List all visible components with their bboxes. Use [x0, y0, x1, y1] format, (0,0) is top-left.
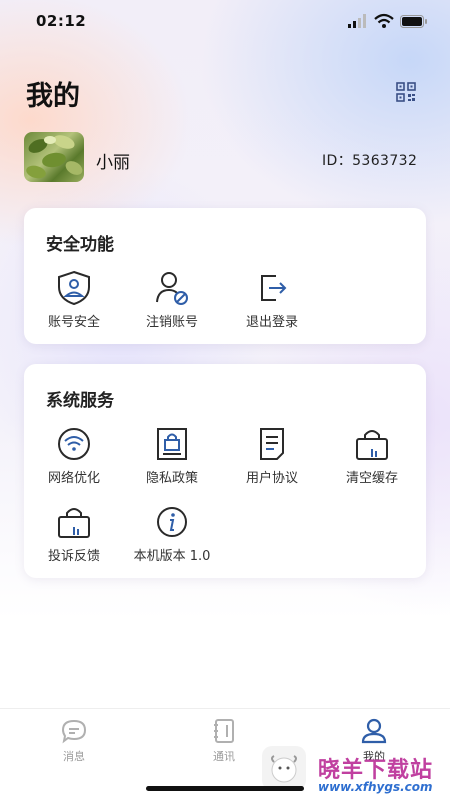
user-name: 小丽 — [96, 153, 130, 173]
home-indicator[interactable] — [146, 786, 304, 791]
tab-messages-label: 消息 — [63, 750, 85, 763]
signal-icon — [348, 14, 366, 28]
security-card: 安全功能 账号安全 注销账号 退出登录 — [24, 208, 426, 344]
user-agreement-item[interactable]: 用户协议 — [222, 426, 322, 486]
info-icon — [157, 507, 187, 537]
cancel-account-item[interactable]: 注销账号 — [122, 270, 222, 330]
wifi-icon — [58, 428, 90, 460]
logout-item[interactable]: 退出登录 — [222, 270, 322, 330]
logout-label: 退出登录 — [245, 315, 298, 330]
services-card-title: 系统服务 — [46, 391, 114, 411]
message-icon — [61, 719, 87, 744]
tab-contacts-label: 通讯 — [213, 750, 235, 763]
avatar-leaves-image — [26, 135, 83, 179]
user-id: ID：5363732 — [322, 153, 418, 169]
tab-contacts[interactable]: 通讯 — [184, 717, 264, 764]
profile-icon — [361, 718, 387, 744]
status-time: 02:12 — [36, 12, 87, 30]
clear-cache-item[interactable]: 清空缓存 — [322, 426, 422, 486]
wifi-icon — [374, 13, 394, 28]
tab-messages[interactable]: 消息 — [34, 717, 114, 764]
battery-icon — [400, 15, 427, 28]
network-optimize-item[interactable]: 网络优化 — [24, 426, 124, 486]
privacy-policy-item[interactable]: 隐私政策 — [122, 426, 222, 486]
user-cancel-icon — [156, 272, 188, 305]
sheep-logo-icon — [271, 755, 297, 783]
app-version-item[interactable]: 本机版本 1.0 — [122, 504, 222, 564]
page-title: 我的 — [26, 81, 80, 112]
shield-user-icon — [58, 270, 90, 306]
network-optimize-label: 网络优化 — [47, 471, 100, 486]
privacy-policy-label: 隐私政策 — [145, 471, 198, 486]
avatar[interactable] — [24, 132, 84, 182]
app-version-label: 本机版本 1.0 — [133, 549, 211, 564]
document-icon — [260, 428, 284, 460]
watermark-url: www.xfhygs.com — [318, 780, 433, 794]
feedback-bag-icon — [58, 508, 90, 538]
account-security-item[interactable]: 账号安全 — [24, 270, 124, 330]
clear-cache-label: 清空缓存 — [345, 471, 398, 486]
security-card-title: 安全功能 — [46, 235, 114, 255]
bag-icon — [356, 430, 388, 460]
user-agreement-label: 用户协议 — [245, 471, 298, 486]
watermark-logo — [262, 746, 306, 790]
qr-code-icon[interactable] — [396, 82, 416, 102]
account-security-label: 账号安全 — [47, 315, 100, 330]
privacy-lock-icon — [157, 428, 187, 460]
feedback-label: 投诉反馈 — [47, 549, 100, 564]
logout-icon — [261, 275, 287, 301]
cancel-account-label: 注销账号 — [145, 315, 198, 330]
services-card: 系统服务 网络优化 隐私政策 用户协议 清空缓存 投诉反馈 本机版本 1.0 — [24, 364, 426, 578]
contacts-book-icon — [214, 719, 234, 743]
feedback-item[interactable]: 投诉反馈 — [24, 504, 124, 564]
